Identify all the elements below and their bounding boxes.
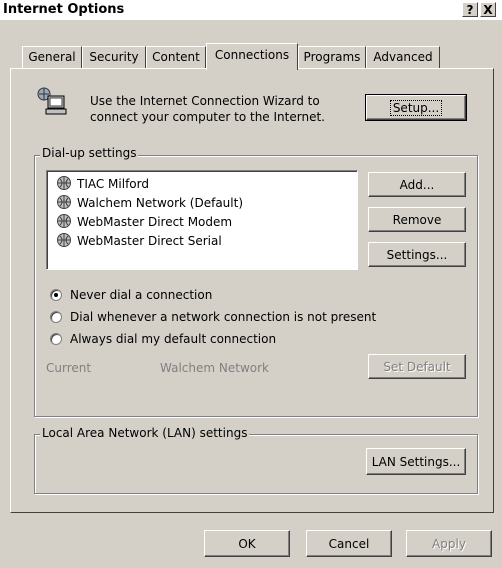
set-default-button[interactable]: Set Default [368, 354, 466, 379]
radio-label: Always dial my default connection [70, 332, 277, 346]
radio-label: Dial whenever a network connection is no… [70, 310, 377, 324]
settings-button[interactable]: Settings... [368, 242, 466, 267]
list-item[interactable]: Walchem Network (Default) [55, 193, 345, 213]
list-item[interactable]: WebMaster Direct Serial [55, 231, 345, 251]
close-button[interactable]: X [480, 2, 496, 17]
tab-programs[interactable]: Programs [298, 46, 366, 68]
setup-button-label: Setup... [389, 99, 443, 116]
title-bar: Internet Options ? X [0, 0, 502, 20]
wizard-text-line1: Use the Internet Connection Wizard to [90, 94, 320, 108]
list-item-label: TIAC Milford [77, 177, 149, 191]
tab-security[interactable]: Security [82, 46, 146, 68]
wizard-text-line2: connect your computer to the Internet. [90, 110, 325, 124]
dialup-connection-icon [55, 175, 73, 194]
list-item[interactable]: WebMaster Direct Modem [55, 212, 345, 232]
computer-network-icon [36, 86, 68, 118]
dialup-connection-icon [55, 232, 73, 251]
lan-settings-legend: Local Area Network (LAN) settings [40, 426, 250, 440]
radio-button[interactable] [50, 289, 62, 301]
remove-button[interactable]: Remove [368, 207, 466, 232]
add-button[interactable]: Add... [368, 172, 466, 197]
list-item[interactable]: TIAC Milford [55, 174, 345, 194]
tab-connections[interactable]: Connections [206, 43, 298, 70]
ok-button[interactable]: OK [204, 530, 290, 557]
radio-label: Never dial a connection [70, 288, 213, 302]
current-value: Walchem Network [160, 361, 269, 375]
setup-button[interactable]: Setup... [365, 94, 467, 121]
cancel-button[interactable]: Cancel [306, 530, 392, 557]
tab-content[interactable]: Content [146, 46, 206, 68]
window-title: Internet Options [3, 2, 125, 17]
tab-advanced[interactable]: Advanced [366, 46, 440, 68]
list-item-label: WebMaster Direct Serial [77, 234, 222, 248]
help-button[interactable]: ? [462, 2, 478, 17]
connections-list[interactable]: TIAC Milford Walchem Network (Default) W… [46, 170, 358, 270]
list-item-label: WebMaster Direct Modem [77, 215, 233, 229]
lan-settings-button[interactable]: LAN Settings... [366, 448, 466, 475]
radio-button[interactable] [50, 311, 62, 323]
apply-button[interactable]: Apply [406, 530, 492, 557]
tab-general[interactable]: General [22, 46, 82, 68]
dialup-connection-icon [55, 213, 73, 232]
dialup-settings-legend: Dial-up settings [40, 146, 139, 160]
current-label: Current [46, 361, 92, 375]
list-item-label: Walchem Network (Default) [77, 196, 244, 210]
dialup-connection-icon [55, 194, 73, 213]
radio-button[interactable] [50, 333, 62, 345]
